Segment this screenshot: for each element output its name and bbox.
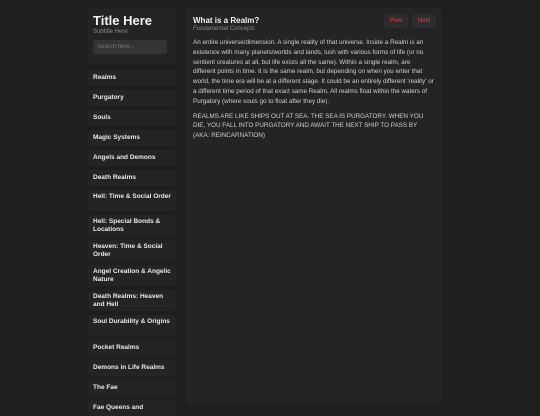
sidebar-item-angel-creation[interactable]: Angel Creation & Angelic Nature xyxy=(88,265,176,286)
sidebar-item-realms[interactable]: Realms xyxy=(88,70,176,86)
sidebar-item-death-realms-heaven-hell[interactable]: Death Realms: Heaven and Hell xyxy=(88,290,176,311)
sidebar-item-the-fae[interactable]: The Fae xyxy=(88,380,176,396)
sidebar-item-hell-special-bonds[interactable]: Hell: Special Bonds & Locations xyxy=(88,215,176,236)
sidebar-item-fae-queens[interactable]: Fae Queens and xyxy=(88,400,176,416)
site-subtitle: Subtitle Here xyxy=(93,29,128,35)
content-panel: What is a Realm? Fundamental Concepts Pr… xyxy=(185,8,442,405)
brand-panel: Title Here Subtitle Here xyxy=(88,8,176,64)
sidebar-item-magic-systems[interactable]: Magic Systems xyxy=(88,130,176,146)
sidebar-item-angels-and-demons[interactable]: Angels and Demons xyxy=(88,150,176,166)
next-button[interactable]: Next xyxy=(412,14,436,28)
sidebar-nav: Realms Purgatory Souls Magic Systems Ang… xyxy=(88,70,176,416)
pager: Prev Next xyxy=(384,14,436,28)
search-input[interactable] xyxy=(93,40,167,54)
sidebar-item-purgatory[interactable]: Purgatory xyxy=(88,90,176,106)
sidebar-item-pocket-realms[interactable]: Pocket Realms xyxy=(88,340,176,356)
prev-button[interactable]: Prev xyxy=(384,14,408,28)
paragraph: REALMS ARE LIKE SHIPS OUT AT SEA. THE SE… xyxy=(193,112,424,140)
sidebar-item-demons-in-life-realms[interactable]: Demons in Life Realms xyxy=(88,360,176,376)
site-title: Title Here xyxy=(93,13,153,28)
article-body: An entire universe/dimension. A single r… xyxy=(193,38,434,141)
sidebar-item-hell-time-social-order[interactable]: Hell: Time & Social Order xyxy=(88,190,176,211)
paragraph: An entire universe/dimension. A single r… xyxy=(193,39,434,105)
sidebar: Title Here Subtitle Here Realms Purgator… xyxy=(88,8,176,416)
sidebar-item-heaven-time-social-order[interactable]: Heaven: Time & Social Order xyxy=(88,240,176,261)
sidebar-item-death-realms[interactable]: Death Realms xyxy=(88,170,176,186)
sidebar-item-souls[interactable]: Souls xyxy=(88,110,176,126)
sidebar-item-soul-durability[interactable]: Soul Durability & Origins xyxy=(88,315,176,336)
